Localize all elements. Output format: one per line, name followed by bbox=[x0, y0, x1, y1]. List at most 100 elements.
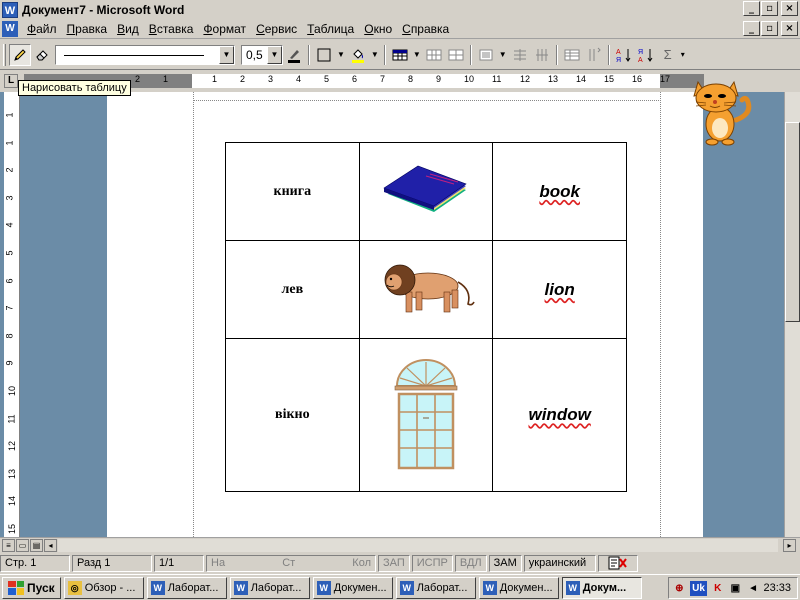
distribute-columns-icon[interactable] bbox=[531, 44, 553, 66]
distribute-rows-icon[interactable] bbox=[509, 44, 531, 66]
vocabulary-table[interactable]: книга book лев lion вікно window bbox=[225, 142, 627, 492]
taskbar-button-label: Лаборат... bbox=[250, 581, 302, 594]
vruler-number: 6 bbox=[4, 278, 15, 284]
status-ext[interactable]: ВДЛ bbox=[454, 554, 487, 572]
menu-view[interactable]: Вид bbox=[112, 22, 144, 36]
line-weight-combo[interactable]: 0,5 ▼ bbox=[241, 44, 283, 65]
vruler-number: 15 bbox=[7, 523, 18, 535]
chevron-down-icon[interactable]: ▾ bbox=[681, 50, 685, 59]
scroll-right-button[interactable]: ▸ bbox=[783, 539, 796, 552]
insert-table-icon[interactable] bbox=[389, 44, 411, 66]
web-view-button[interactable]: ▭ bbox=[16, 539, 29, 552]
taskbar-button[interactable]: W Докум... bbox=[561, 576, 642, 599]
split-cells-icon[interactable] bbox=[445, 44, 467, 66]
ruler-number: 8 bbox=[408, 74, 414, 84]
doc-restore-button[interactable]: ▫ bbox=[761, 21, 778, 36]
menu-insert[interactable]: Вставка bbox=[144, 22, 199, 36]
menu-edit[interactable]: Правка bbox=[62, 22, 113, 36]
monitor-icon[interactable]: ▣ bbox=[728, 581, 743, 596]
margin-guide-right bbox=[660, 92, 661, 537]
table-cell[interactable]: вікно bbox=[225, 338, 360, 492]
vertical-ruler[interactable]: 1 1 2 3 4 5 6 7 8 9 10 11 12 13 14 15 bbox=[4, 92, 20, 537]
chevron-down-icon[interactable]: ▼ bbox=[337, 50, 345, 59]
print-view-button[interactable]: ▤ bbox=[30, 539, 43, 552]
table-cell[interactable] bbox=[358, 142, 494, 241]
eraser-icon[interactable] bbox=[31, 44, 53, 66]
start-button[interactable]: Пуск bbox=[2, 576, 61, 599]
borders-icon[interactable] bbox=[313, 44, 335, 66]
outline-view-button[interactable]: ◂ bbox=[44, 539, 57, 552]
chevron-down-icon[interactable]: ▼ bbox=[267, 45, 282, 64]
antivirus-icon[interactable]: K bbox=[710, 581, 725, 596]
chevron-down-icon[interactable]: ▼ bbox=[219, 45, 234, 64]
table-cell[interactable]: лев bbox=[225, 240, 360, 339]
taskbar-button[interactable]: W Лаборат... bbox=[395, 576, 476, 599]
taskbar-button[interactable]: ◎ Обзор - ... bbox=[63, 576, 144, 599]
volume-icon[interactable]: ◄ bbox=[746, 581, 761, 596]
chevron-down-icon[interactable]: ▼ bbox=[499, 50, 507, 59]
menu-table[interactable]: Таблица bbox=[302, 22, 359, 36]
border-color-icon[interactable] bbox=[283, 44, 305, 66]
line-style-combo[interactable]: ▼ bbox=[55, 44, 235, 65]
table-cell[interactable]: window bbox=[492, 338, 627, 492]
status-language[interactable]: украинский bbox=[523, 554, 596, 572]
minimize-button[interactable]: _ bbox=[743, 1, 760, 16]
sort-descending-icon[interactable]: ЯА bbox=[635, 44, 657, 66]
status-trk[interactable]: ИСПР bbox=[411, 554, 453, 572]
language-indicator[interactable]: Uk bbox=[689, 580, 708, 596]
vruler-number: 4 bbox=[4, 222, 15, 228]
restore-button[interactable]: ▫ bbox=[761, 1, 778, 16]
menu-file[interactable]: Файл bbox=[22, 22, 62, 36]
vertical-scrollbar[interactable] bbox=[784, 92, 800, 537]
table-cell[interactable]: lion bbox=[492, 240, 627, 339]
align-icon[interactable] bbox=[475, 44, 497, 66]
taskbar-button[interactable]: W Докумен... bbox=[312, 576, 393, 599]
taskbar-button[interactable]: W Докумен... bbox=[478, 576, 559, 599]
menu-window[interactable]: Окно bbox=[359, 22, 397, 36]
lion-image bbox=[384, 264, 475, 313]
chevron-down-icon[interactable]: ▼ bbox=[413, 50, 421, 59]
doc-minimize-button[interactable]: _ bbox=[743, 21, 760, 36]
spelling-status-icon[interactable] bbox=[597, 554, 638, 572]
horizontal-scrollbar[interactable]: ≡ ▭ ▤ ◂ ▸ bbox=[0, 537, 800, 553]
ruler-number: 4 bbox=[296, 74, 302, 84]
chevron-down-icon[interactable]: ▼ bbox=[371, 50, 379, 59]
table-cell[interactable]: книга bbox=[225, 142, 360, 241]
word-icon[interactable]: W bbox=[2, 1, 18, 18]
autosum-icon[interactable]: Σ bbox=[657, 44, 679, 66]
scrollbar-track[interactable] bbox=[58, 539, 778, 552]
status-rec[interactable]: ЗАП bbox=[378, 554, 410, 572]
svg-text:А: А bbox=[616, 49, 621, 56]
close-button[interactable]: × bbox=[781, 1, 798, 16]
tray-app-icon[interactable]: ⊕ bbox=[672, 581, 687, 596]
merge-cells-icon[interactable] bbox=[423, 44, 445, 66]
menu-help[interactable]: Справка bbox=[397, 22, 454, 36]
vruler-number: 12 bbox=[7, 441, 18, 452]
menu-format[interactable]: Формат bbox=[198, 22, 251, 36]
taskbar-button[interactable]: W Лаборат... bbox=[146, 576, 227, 599]
tab-stop-selector[interactable]: L bbox=[4, 74, 18, 88]
text-direction-icon[interactable] bbox=[583, 44, 605, 66]
pencil-icon[interactable] bbox=[9, 43, 31, 66]
table-cell[interactable] bbox=[358, 240, 494, 339]
toolbar-grip[interactable] bbox=[3, 43, 6, 66]
cat-office-assistant[interactable] bbox=[684, 74, 754, 146]
normal-view-button[interactable]: ≡ bbox=[2, 539, 15, 552]
ruler-number: 17 bbox=[660, 74, 671, 84]
doc-close-button[interactable]: × bbox=[781, 21, 798, 36]
table-cell[interactable] bbox=[358, 338, 494, 492]
taskbar-button[interactable]: W Лаборат... bbox=[229, 576, 310, 599]
scrollbar-thumb[interactable] bbox=[785, 122, 800, 322]
shading-icon[interactable] bbox=[347, 44, 369, 66]
autoformat-icon[interactable] bbox=[561, 44, 583, 66]
word-doc-icon: W bbox=[233, 580, 248, 595]
menu-tools[interactable]: Сервис bbox=[251, 22, 302, 36]
ruler-number: 1 bbox=[212, 74, 218, 84]
table-cell[interactable]: book bbox=[492, 142, 627, 241]
vruler-number: 1 bbox=[4, 140, 15, 146]
explorer-icon: ◎ bbox=[67, 580, 82, 595]
english-word: lion bbox=[544, 279, 575, 299]
status-ovr[interactable]: ЗАМ bbox=[488, 554, 522, 572]
sort-ascending-icon[interactable]: АЯ bbox=[613, 44, 635, 66]
document-icon[interactable]: W bbox=[2, 20, 18, 37]
